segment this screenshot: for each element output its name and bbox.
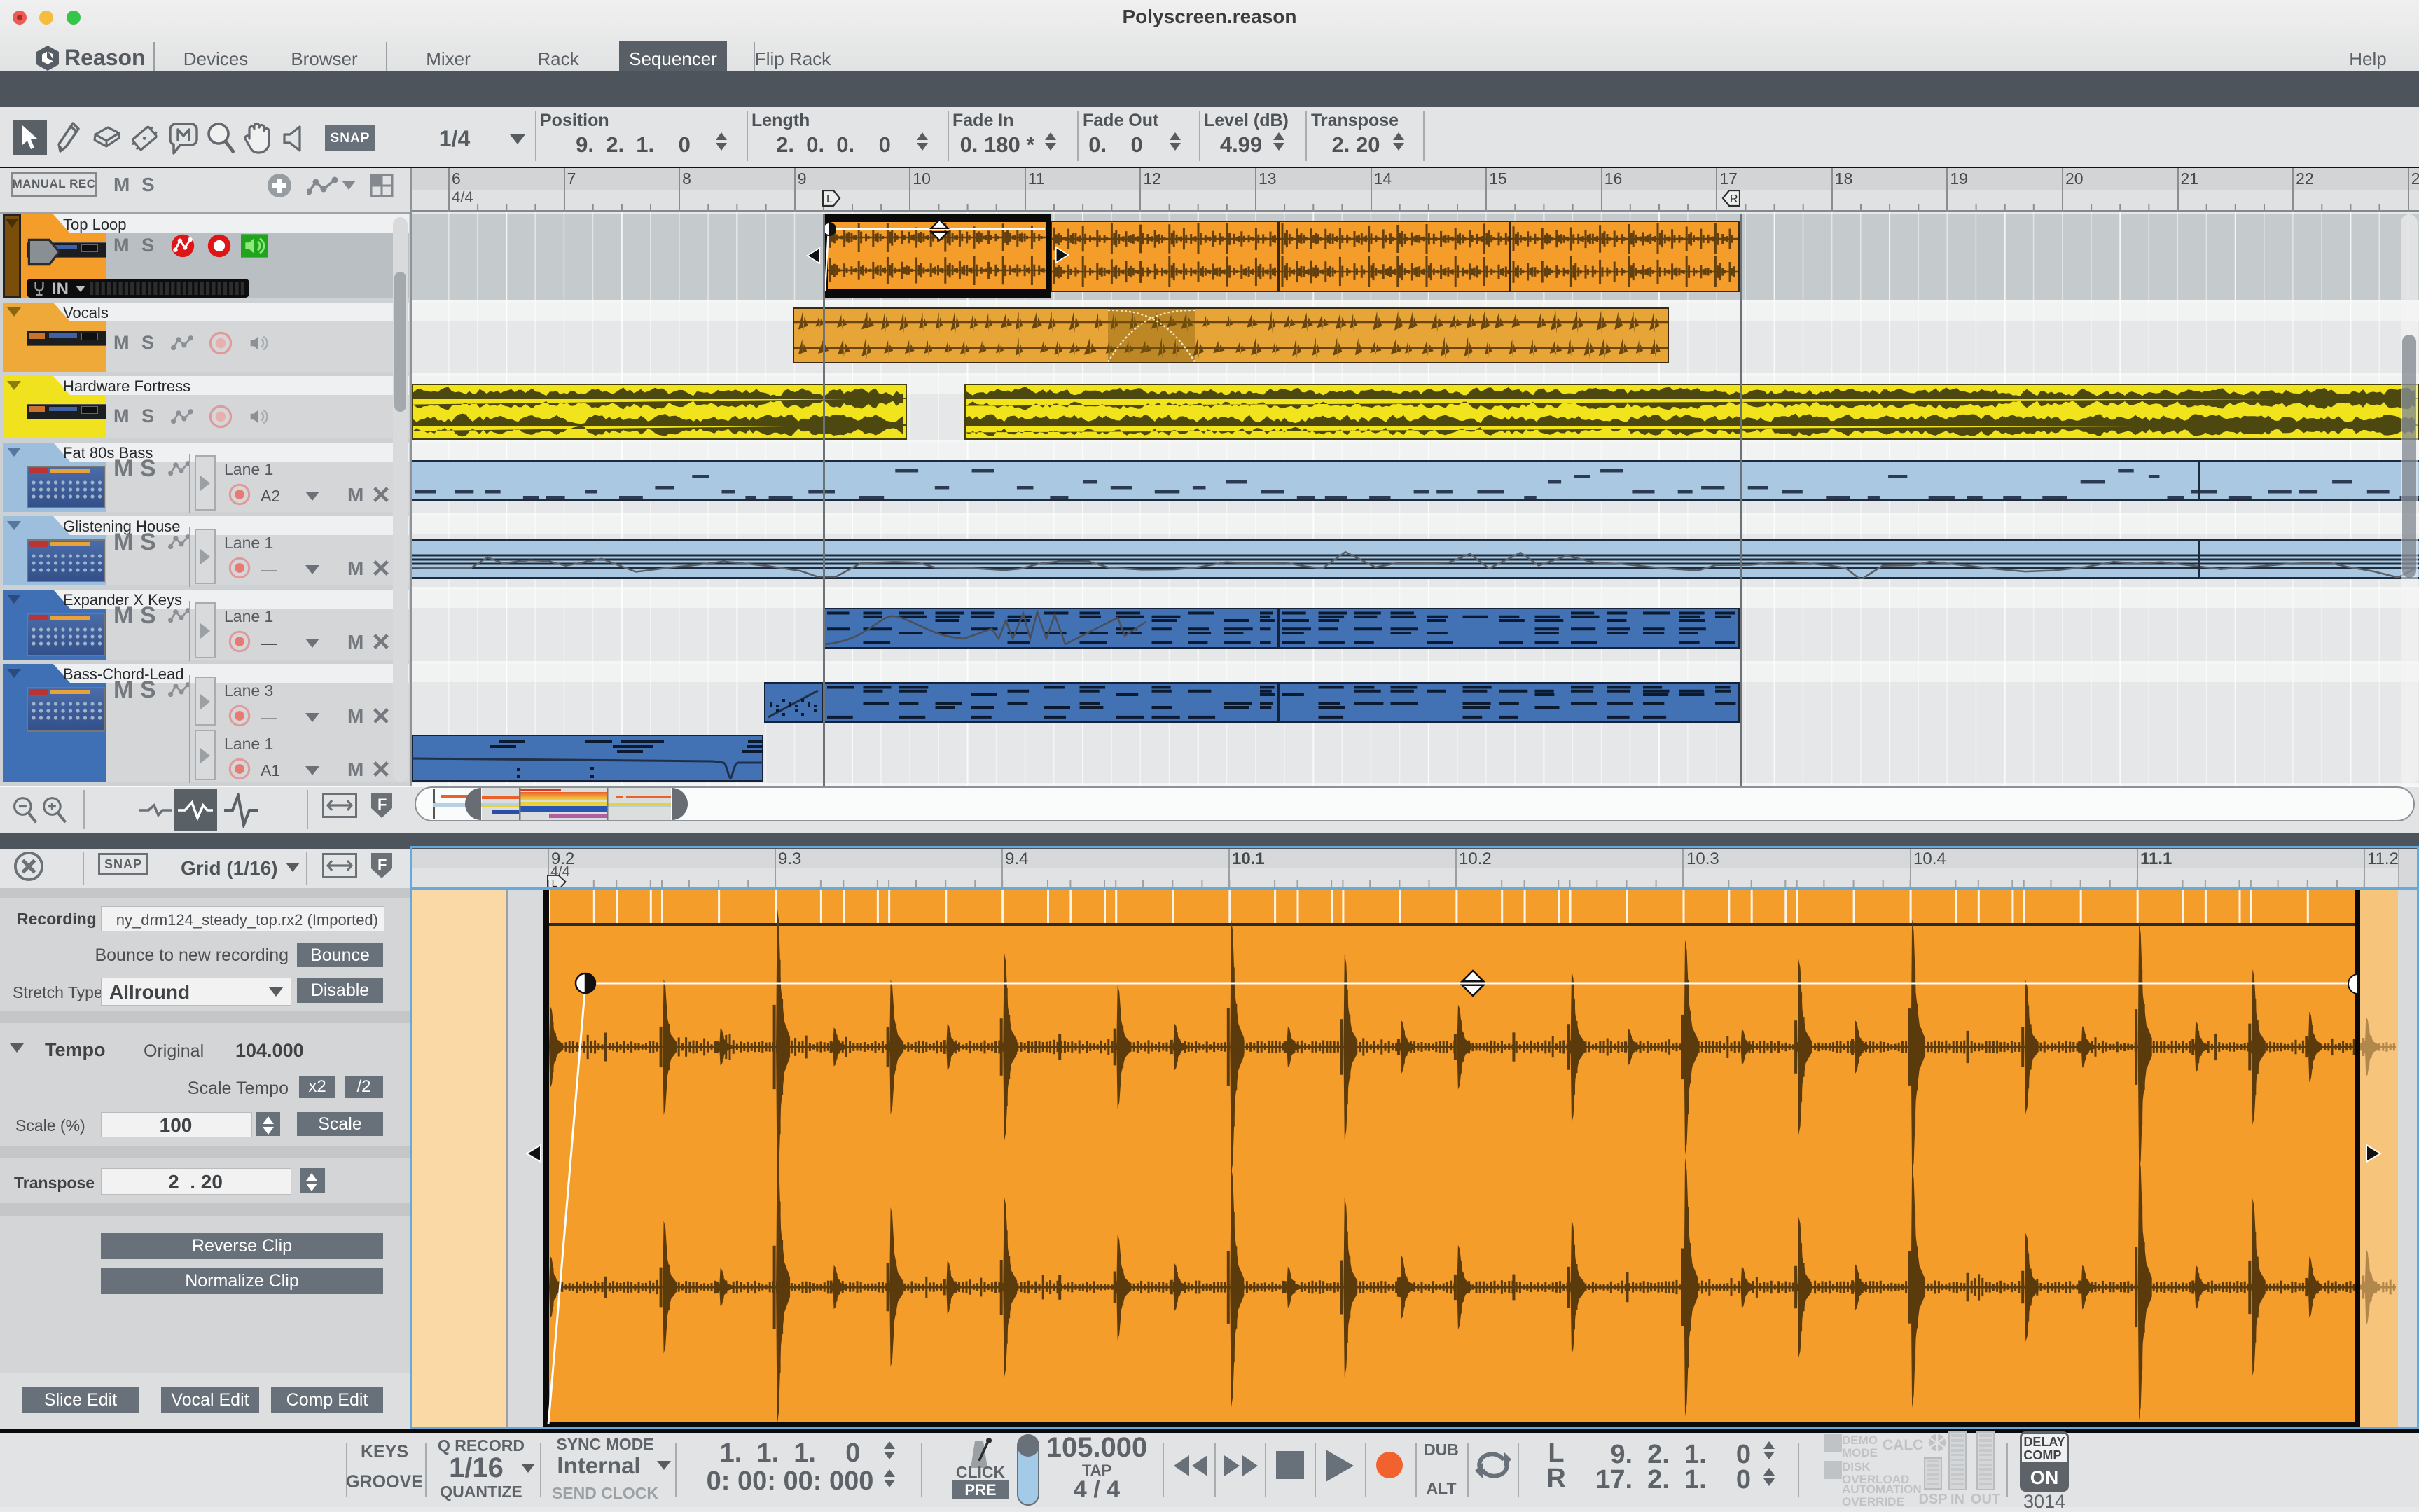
svg-text:F: F — [377, 856, 387, 873]
svg-text:F: F — [377, 796, 387, 813]
svg-text:L: L — [826, 193, 833, 205]
svg-text:R: R — [1730, 193, 1738, 205]
